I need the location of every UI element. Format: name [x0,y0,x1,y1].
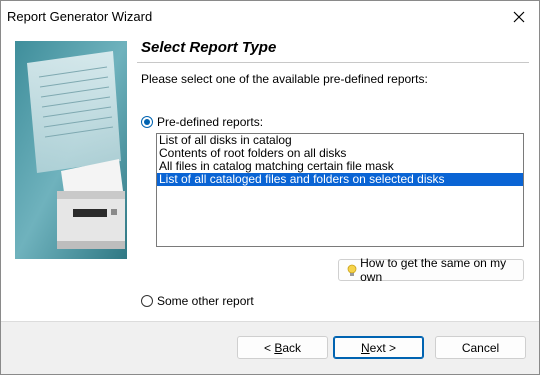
other-report-option[interactable]: Some other report [141,294,254,308]
back-button-label: ack [282,340,302,355]
back-button-prefix: < [263,340,275,355]
back-button[interactable]: < Back [237,336,328,359]
predefined-reports-label: Pre-defined reports: [157,115,264,129]
predefined-reports-option[interactable]: Pre-defined reports: [141,115,263,129]
back-button-mnemonic: B [274,340,283,355]
cancel-button-label: Cancel [461,340,500,355]
other-report-radio[interactable] [141,295,153,307]
title-bar: Report Generator Wizard [1,1,539,33]
close-icon [513,11,525,23]
how-to-button[interactable]: How to get the same on my own [338,256,524,284]
wizard-window: Report Generator Wizard Select Report Ty… [0,0,540,375]
how-to-label: How to get the same on my own [360,256,507,284]
heading-divider [137,62,529,63]
report-list-item-selected[interactable]: List of all cataloged files and folders … [157,173,523,186]
page-title: Select Report Type [141,39,277,56]
next-button[interactable]: Next > [333,336,424,359]
footer-divider [1,321,539,322]
predefined-reports-radio[interactable] [141,116,153,128]
next-button-mnemonic: N [360,340,370,355]
next-button-label: ext > [369,340,397,355]
lightbulb-icon [343,264,360,277]
page-description: Please select one of the available pre-d… [141,72,428,86]
wizard-side-image [15,41,127,259]
window-title: Report Generator Wizard [7,9,153,24]
cancel-button[interactable]: Cancel [435,336,526,359]
close-button[interactable] [499,1,539,33]
reports-listbox[interactable]: List of all disks in catalog Contents of… [156,133,524,247]
other-report-label: Some other report [157,294,254,308]
